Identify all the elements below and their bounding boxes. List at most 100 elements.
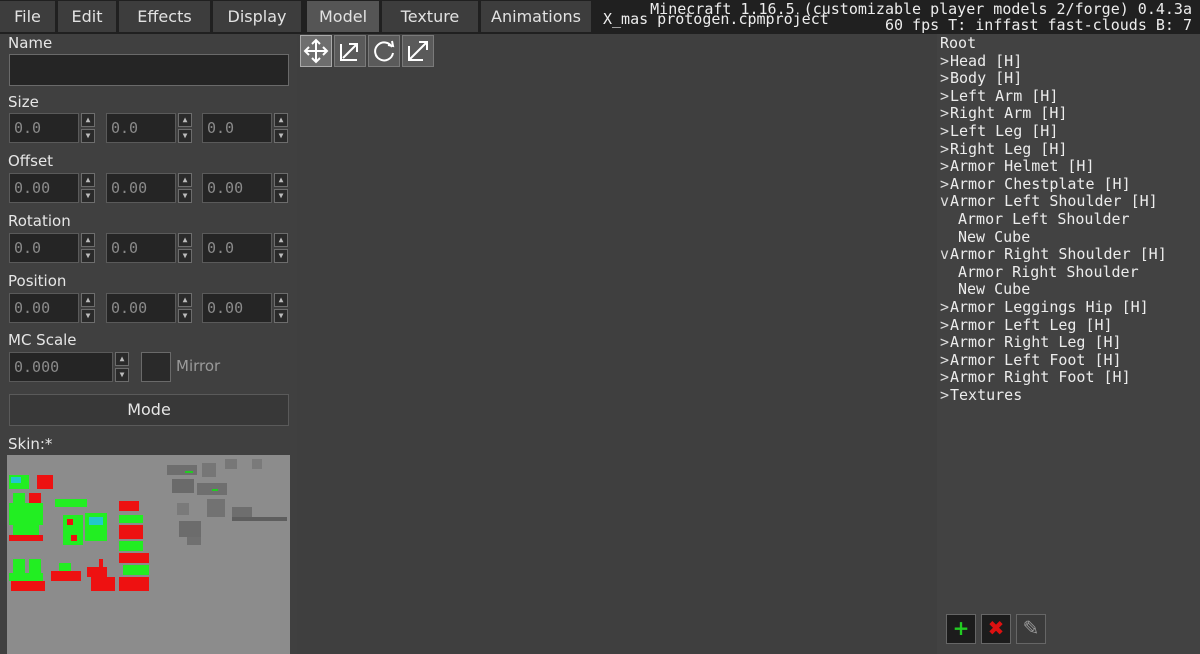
increment-button[interactable]: ▲ [178, 293, 192, 307]
increment-button[interactable]: ▲ [81, 113, 95, 127]
size-y-field[interactable]: 0.0 [106, 113, 176, 143]
tree-item[interactable]: Root [940, 34, 976, 52]
decrement-button[interactable]: ▼ [81, 129, 95, 143]
tree-item[interactable]: vArmor Left Shoulder [H] [940, 192, 1158, 210]
3d-viewport[interactable] [298, 34, 936, 654]
increment-button[interactable]: ▲ [81, 293, 95, 307]
chevron-right-icon[interactable]: > [940, 368, 950, 386]
offset-z-field[interactable]: 0.00 [202, 173, 272, 203]
offset-y-field[interactable]: 0.00 [106, 173, 176, 203]
chevron-right-icon[interactable]: > [940, 316, 950, 334]
tree-item[interactable]: vArmor Right Shoulder [H] [940, 245, 1167, 263]
chevron-right-icon[interactable]: > [940, 69, 950, 87]
size-z-field[interactable]: 0.0 [202, 113, 272, 143]
increment-button[interactable]: ▲ [274, 293, 288, 307]
chevron-right-icon[interactable]: > [940, 157, 950, 175]
resize-tool-button[interactable] [334, 35, 366, 67]
tab-animations[interactable]: Animations [481, 1, 591, 32]
tree-item[interactable]: >Right Arm [H] [940, 104, 1067, 122]
mc-scale-field[interactable]: 0.000 [9, 352, 113, 382]
chevron-right-icon[interactable]: > [940, 351, 950, 369]
decrement-button[interactable]: ▼ [274, 309, 288, 323]
add-element-button[interactable]: + [946, 614, 976, 644]
tree-item[interactable]: >Armor Chestplate [H] [940, 175, 1131, 193]
tree-item[interactable]: Armor Left Shoulder [958, 210, 1130, 228]
tree-item[interactable]: >Body [H] [940, 69, 1022, 87]
decrement-button[interactable]: ▼ [178, 309, 192, 323]
tree-item[interactable]: >Armor Helmet [H] [940, 157, 1095, 175]
increment-button[interactable]: ▲ [81, 233, 95, 247]
decrement-button[interactable]: ▼ [178, 249, 192, 263]
decrement-button[interactable]: ▼ [178, 129, 192, 143]
size-z-stepper[interactable]: 0.0 ▲ ▼ [202, 113, 290, 143]
increment-button[interactable]: ▲ [178, 233, 192, 247]
tree-item[interactable]: >Head [H] [940, 52, 1022, 70]
chevron-down-icon[interactable]: v [940, 245, 950, 263]
tree-item[interactable]: >Armor Leggings Hip [H] [940, 298, 1149, 316]
delete-element-button[interactable]: ✖ [981, 614, 1011, 644]
tab-model[interactable]: Model [307, 1, 379, 32]
tree-item[interactable]: New Cube [958, 280, 1030, 298]
tree-item[interactable]: Armor Right Shoulder [958, 263, 1139, 281]
offset-y-stepper[interactable]: 0.00 ▲ ▼ [106, 173, 194, 203]
increment-button[interactable]: ▲ [274, 113, 288, 127]
decrement-button[interactable]: ▼ [274, 249, 288, 263]
decrement-button[interactable]: ▼ [81, 189, 95, 203]
increment-button[interactable]: ▲ [81, 173, 95, 187]
rotation-x-field[interactable]: 0.0 [9, 233, 79, 263]
decrement-button[interactable]: ▼ [178, 189, 192, 203]
increment-button[interactable]: ▲ [274, 233, 288, 247]
skin-preview[interactable] [7, 455, 290, 654]
tab-texture[interactable]: Texture [382, 1, 478, 32]
edit-element-button[interactable]: ✎ [1016, 614, 1046, 644]
increment-button[interactable]: ▲ [274, 173, 288, 187]
increment-button[interactable]: ▲ [178, 173, 192, 187]
position-z-stepper[interactable]: 0.00 ▲ ▼ [202, 293, 290, 323]
chevron-right-icon[interactable]: > [940, 87, 950, 105]
rotation-z-stepper[interactable]: 0.0 ▲ ▼ [202, 233, 290, 263]
tree-item[interactable]: >Armor Left Foot [H] [940, 351, 1122, 369]
offset-x-field[interactable]: 0.00 [9, 173, 79, 203]
tab-display[interactable]: Display [213, 1, 301, 32]
size-y-stepper[interactable]: 0.0 ▲ ▼ [106, 113, 194, 143]
rotation-x-stepper[interactable]: 0.0 ▲ ▼ [9, 233, 97, 263]
offset-z-stepper[interactable]: 0.00 ▲ ▼ [202, 173, 290, 203]
name-input[interactable] [9, 54, 289, 86]
tree-item[interactable]: >Armor Left Leg [H] [940, 316, 1113, 334]
chevron-right-icon[interactable]: > [940, 333, 950, 351]
decrement-button[interactable]: ▼ [274, 129, 288, 143]
offset-x-stepper[interactable]: 0.00 ▲ ▼ [9, 173, 97, 203]
position-y-field[interactable]: 0.00 [106, 293, 176, 323]
chevron-right-icon[interactable]: > [940, 386, 950, 404]
tree-item[interactable]: New Cube [958, 228, 1030, 246]
decrement-button[interactable]: ▼ [81, 249, 95, 263]
size-x-field[interactable]: 0.0 [9, 113, 79, 143]
decrement-button[interactable]: ▼ [81, 309, 95, 323]
tab-effects[interactable]: Effects [119, 1, 210, 32]
chevron-right-icon[interactable]: > [940, 140, 950, 158]
position-x-stepper[interactable]: 0.00 ▲ ▼ [9, 293, 97, 323]
mc-scale-stepper[interactable]: 0.000 ▲ ▼ [9, 352, 131, 382]
position-y-stepper[interactable]: 0.00 ▲ ▼ [106, 293, 194, 323]
tree-item[interactable]: >Right Leg [H] [940, 140, 1067, 158]
increment-button[interactable]: ▲ [115, 352, 129, 366]
chevron-right-icon[interactable]: > [940, 175, 950, 193]
chevron-right-icon[interactable]: > [940, 52, 950, 70]
increment-button[interactable]: ▲ [178, 113, 192, 127]
move-tool-button[interactable] [300, 35, 332, 67]
chevron-right-icon[interactable]: > [940, 122, 950, 140]
mode-button[interactable]: Mode [9, 394, 289, 426]
chevron-right-icon[interactable]: > [940, 298, 950, 316]
chevron-down-icon[interactable]: v [940, 192, 950, 210]
position-z-field[interactable]: 0.00 [202, 293, 272, 323]
tree-item[interactable]: >Left Arm [H] [940, 87, 1058, 105]
tab-edit[interactable]: Edit [58, 1, 116, 32]
decrement-button[interactable]: ▼ [274, 189, 288, 203]
mirror-checkbox[interactable] [141, 352, 171, 382]
tree-item[interactable]: >Armor Right Foot [H] [940, 368, 1131, 386]
decrement-button[interactable]: ▼ [115, 368, 129, 382]
rotation-y-stepper[interactable]: 0.0 ▲ ▼ [106, 233, 194, 263]
rotation-z-field[interactable]: 0.0 [202, 233, 272, 263]
tree-item[interactable]: >Left Leg [H] [940, 122, 1058, 140]
tree-item[interactable]: >Armor Right Leg [H] [940, 333, 1122, 351]
